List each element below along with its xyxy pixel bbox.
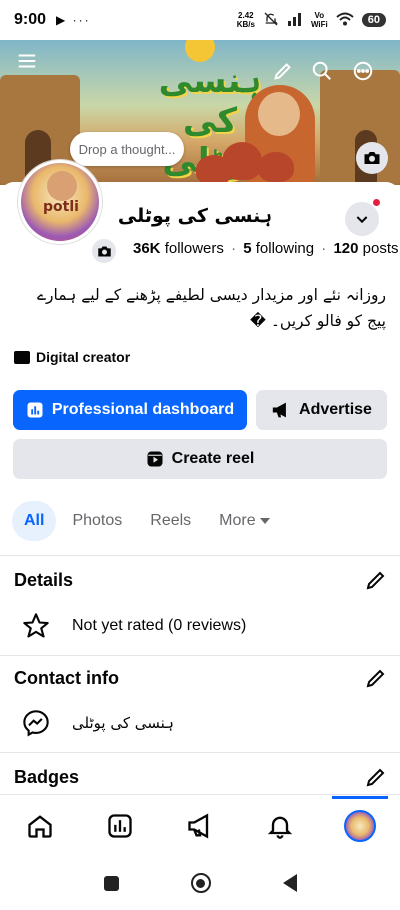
messenger-name: ہنسی کی پوٹلی	[72, 714, 174, 732]
avatar-camera-icon[interactable]	[90, 237, 118, 265]
edit-badges-icon[interactable]	[364, 765, 388, 789]
cover-pot	[222, 142, 262, 180]
messenger-icon	[23, 710, 49, 737]
edit-icon[interactable]	[266, 54, 300, 88]
tab-all[interactable]: All	[12, 501, 57, 541]
badges-title: Badges	[14, 767, 80, 787]
cover-sun	[185, 40, 215, 62]
battery-indicator: 60	[361, 13, 386, 27]
nav-profile[interactable]	[332, 795, 388, 854]
profile-card	[0, 182, 400, 794]
network-speed: 2.42 KB/s	[236, 11, 255, 29]
section-divider	[0, 555, 400, 556]
status-bar: 9:00 ▶ ··· 2.42 KB/s Vo WiFi 60	[0, 0, 400, 40]
cover-illustration-face	[258, 92, 300, 136]
home-icon	[28, 814, 52, 838]
recents-icon[interactable]	[103, 875, 119, 891]
section-divider	[0, 752, 400, 753]
vowifi-indicator: Vo WiFi	[310, 11, 328, 29]
tab-reels[interactable]: Reels	[138, 501, 203, 541]
menu-icon[interactable]	[10, 44, 44, 78]
home-button-icon[interactable]	[190, 873, 211, 893]
category-label: Digital creator	[36, 349, 131, 365]
system-navigation	[0, 856, 400, 910]
reel-icon	[147, 451, 163, 467]
dashboard-icon	[108, 813, 132, 838]
notification-dot	[372, 198, 381, 207]
profile-stats: 36K followers · 5 following · 120 posts	[133, 240, 399, 257]
status-right-group: 2.42 KB/s Vo WiFi 60	[237, 11, 386, 29]
posts-label: posts	[362, 240, 399, 257]
avatar-logo-text: potli	[43, 199, 79, 215]
drop-thought-bubble[interactable]: Drop a thought...	[70, 132, 184, 166]
megaphone-icon	[188, 813, 209, 838]
profile-switch-button[interactable]	[345, 202, 379, 236]
profile-tabs: All Photos Reels More	[12, 501, 283, 541]
nav-home[interactable]	[12, 798, 68, 854]
signal-icon	[287, 12, 303, 28]
back-icon[interactable]	[282, 874, 297, 892]
star-icon	[23, 613, 49, 638]
advertise-button[interactable]: Advertise	[256, 390, 387, 430]
tab-photos[interactable]: Photos	[60, 501, 134, 541]
dashboard-icon	[27, 402, 43, 418]
bell-icon	[267, 816, 293, 839]
more-icon[interactable]	[346, 54, 380, 88]
profile-category: Digital creator	[14, 349, 130, 365]
following-label[interactable]: following	[256, 240, 314, 257]
mute-icon	[263, 11, 279, 29]
nav-dashboard[interactable]	[92, 798, 148, 854]
profile-avatar-small	[344, 809, 376, 842]
status-time: 9:00	[14, 11, 47, 28]
status-notification-icons: ▶ ···	[56, 13, 91, 27]
nav-notifications[interactable]	[252, 798, 308, 854]
professional-dashboard-button[interactable]: Professional dashboard	[13, 390, 247, 430]
search-icon[interactable]	[305, 54, 339, 88]
chevron-down-icon	[356, 216, 368, 224]
profile-avatar[interactable]: potli	[18, 160, 102, 244]
rating-row: Not yet rated (0 reviews)	[22, 612, 246, 640]
tab-more[interactable]: More	[207, 501, 282, 541]
messenger-row[interactable]: ہنسی کی پوٹلی	[22, 709, 174, 737]
posts-count: 120	[333, 240, 359, 257]
caret-down-icon	[259, 518, 270, 524]
create-reel-button[interactable]: Create reel	[13, 439, 387, 479]
wifi-icon	[336, 12, 354, 28]
megaphone-icon	[272, 402, 286, 418]
following-count[interactable]: 5	[243, 240, 251, 257]
page-title: ہنسی کی پوٹلی	[117, 205, 272, 227]
details-title: Details	[14, 570, 74, 590]
followers-label[interactable]: followers	[165, 240, 224, 257]
contact-info-title: Contact info	[14, 668, 119, 688]
cover-camera-icon[interactable]	[356, 142, 388, 174]
clapperboard-icon	[14, 350, 30, 364]
nav-ads[interactable]	[172, 798, 228, 854]
followers-count[interactable]: 36K	[133, 240, 161, 257]
edit-contact-icon[interactable]	[364, 666, 388, 690]
profile-bio: روزانہ نئے اور مزیدار دیسی لطیفے پڑھنے ک…	[36, 286, 386, 330]
section-divider	[0, 655, 400, 656]
edit-details-icon[interactable]	[364, 568, 388, 592]
rating-text: Not yet rated (0 reviews)	[72, 617, 247, 634]
cover-pot	[258, 152, 294, 182]
bottom-navigation	[0, 794, 400, 856]
